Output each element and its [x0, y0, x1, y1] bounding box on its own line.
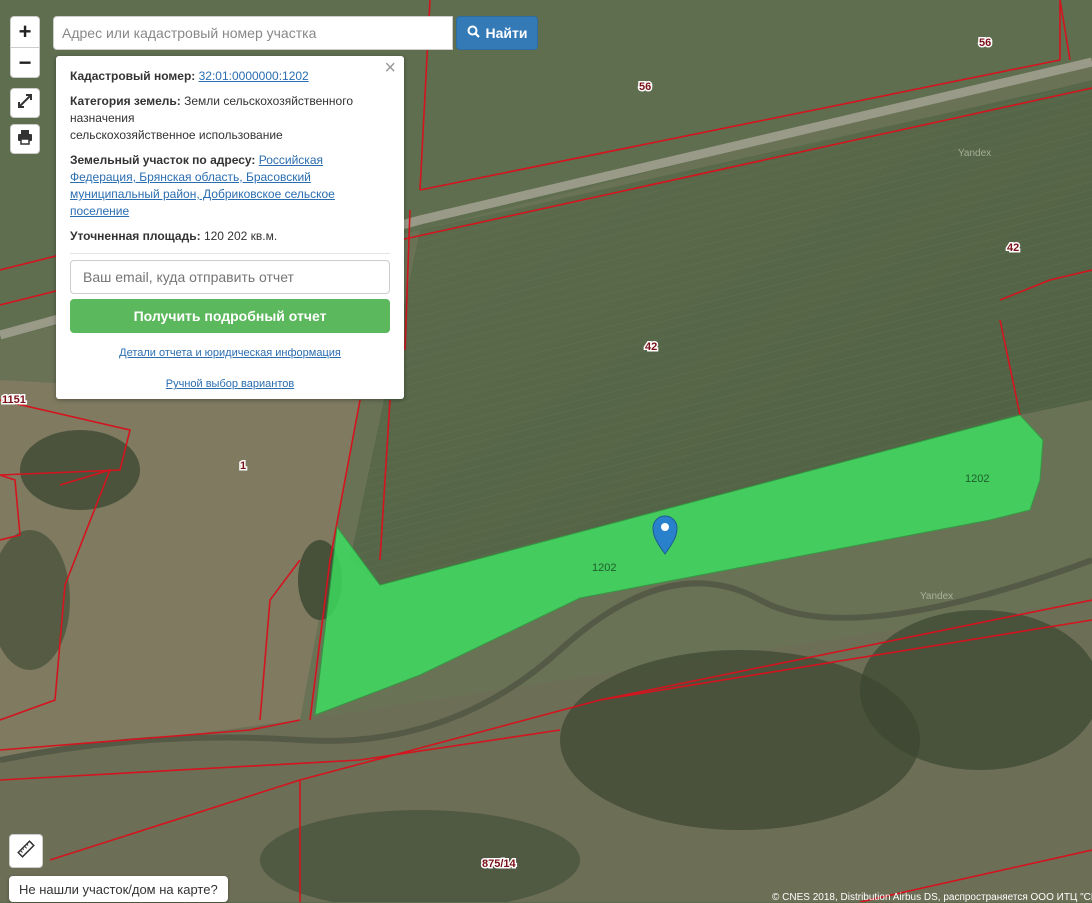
- print-button[interactable]: [10, 124, 40, 154]
- expand-icon: [17, 93, 33, 114]
- area-value: 120 202 кв.м.: [203, 229, 278, 243]
- watermark: Yandex: [958, 148, 991, 159]
- area-row: Уточненная площадь: 120 202 кв.м.: [70, 228, 390, 245]
- land-category-row: Категория земель: Земли сельскохозяйстве…: [70, 93, 390, 144]
- category-label: Категория земель:: [70, 94, 181, 108]
- close-icon[interactable]: ×: [384, 58, 396, 78]
- get-report-button[interactable]: Получить подробный отчет: [70, 299, 390, 333]
- print-icon: [17, 129, 33, 150]
- copyright-text: © CNES 2018, Distribution Airbus DS, рас…: [772, 892, 1092, 903]
- manual-selection-link[interactable]: Ручной выбор вариантов: [70, 376, 390, 393]
- map-label: 56: [639, 81, 651, 93]
- watermark: Yandex: [920, 591, 953, 602]
- map-label: 42: [1007, 242, 1019, 254]
- parcel-info-popup: × Кадастровый номер: 32:01:0000000:1202 …: [56, 56, 404, 399]
- divider: [70, 253, 390, 254]
- zoom-out-button[interactable]: −: [11, 48, 39, 77]
- parcel-label: 1202: [965, 473, 989, 485]
- map-label: 56: [979, 37, 991, 49]
- category-use: сельскохозяйственное использование: [70, 128, 283, 142]
- map-label: 875/14: [482, 858, 517, 870]
- cadastral-number-row: Кадастровый номер: 32:01:0000000:1202: [70, 68, 390, 85]
- map-label: 42: [645, 341, 657, 353]
- search-button[interactable]: Найти: [456, 16, 538, 50]
- zoom-control: + −: [10, 16, 40, 78]
- ruler-button[interactable]: [9, 834, 43, 868]
- area-label: Уточненная площадь:: [70, 229, 201, 243]
- fullscreen-button[interactable]: [10, 88, 40, 118]
- search-input[interactable]: [53, 16, 453, 50]
- search-button-label: Найти: [485, 25, 528, 41]
- search-icon: [467, 25, 480, 41]
- report-details-link[interactable]: Детали отчета и юридическая информация: [70, 345, 390, 362]
- map-label: 1151: [2, 394, 26, 406]
- parcel-label: 1202: [592, 562, 616, 574]
- email-field[interactable]: [70, 260, 390, 294]
- ruler-icon: [17, 839, 35, 863]
- cadastral-label: Кадастровый номер:: [70, 69, 196, 83]
- not-found-button[interactable]: Не нашли участок/дом на карте?: [9, 876, 228, 902]
- address-row: Земельный участок по адресу: Российская …: [70, 152, 390, 220]
- cadastral-number-link[interactable]: 32:01:0000000:1202: [199, 69, 309, 83]
- address-label: Земельный участок по адресу:: [70, 153, 256, 167]
- zoom-in-button[interactable]: +: [11, 17, 39, 48]
- map-label: 1: [240, 460, 246, 472]
